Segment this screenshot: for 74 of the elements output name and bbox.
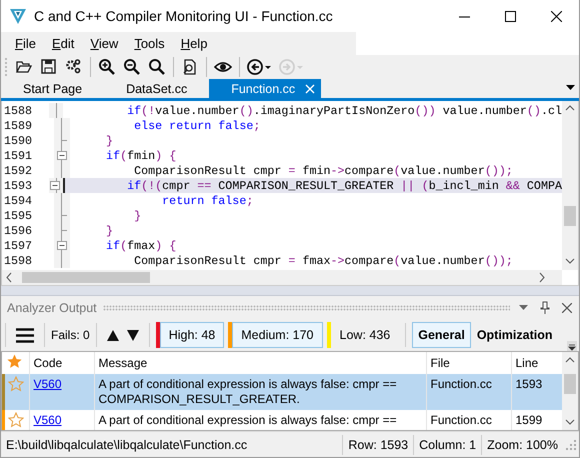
level-filter-button[interactable]: Low: 436 (330, 322, 400, 348)
save-icon (40, 58, 58, 76)
line-number: 1591 (3, 148, 34, 162)
star-icon (7, 354, 22, 369)
close-icon (550, 10, 562, 22)
code-line: if(fmax) { (105, 238, 178, 253)
category-button[interactable]: Optimization (470, 322, 559, 348)
overflow-icon (567, 341, 577, 351)
line-number: 1597 (3, 238, 34, 252)
menu-item[interactable]: Help (172, 34, 216, 53)
menu-item[interactable]: Tools (126, 34, 173, 53)
document-tab[interactable]: DataSet.cc (104, 79, 210, 98)
level-filter-button[interactable]: Medium: 170 (232, 322, 323, 348)
dropdown-caret-icon (566, 85, 575, 90)
document-tab[interactable]: Function.cc (209, 79, 322, 98)
code-link[interactable]: V560 (34, 413, 62, 427)
code-line: ComparisonResult cmpr = fmax->compare(value.number()); (133, 253, 514, 268)
gears-icon (65, 58, 83, 76)
back-button[interactable] (245, 56, 274, 78)
menu-item[interactable]: Edit (44, 34, 82, 53)
up-triangle-icon (106, 330, 119, 340)
code-line: else return false; (133, 118, 262, 133)
favorite-star-icon[interactable] (8, 412, 24, 428)
menu-item[interactable]: View (82, 34, 126, 53)
code-link[interactable]: V560 (34, 377, 62, 391)
zoom-out-icon (123, 58, 141, 76)
collapse-toggle[interactable] (48, 178, 63, 193)
code-line: } (133, 208, 142, 223)
code-line: } (105, 133, 114, 148)
line-number: 1589 (3, 118, 34, 132)
file-path: E:\build\libqalculate\libqalculate\Function.cc (5, 438, 248, 452)
window-title: C and C++ Compiler Monitoring UI - Function.cc (34, 8, 334, 24)
dropdown-caret-icon (519, 305, 528, 310)
code-line: return false; (161, 193, 254, 208)
panel-title: Analyzer Output (7, 300, 97, 314)
close-icon (305, 84, 316, 94)
app-logo-icon (9, 7, 27, 25)
line-number: 1595 (3, 208, 34, 222)
document-tab[interactable]: Start Page (1, 79, 104, 98)
line-number: 1590 (3, 134, 34, 148)
line-cell: 1593 (511, 374, 562, 410)
message-cell: A part of conditional expression is always false: cmpr == COMPARISON_RESULT_GREATER. (94, 374, 426, 410)
back-arrow-icon (247, 58, 272, 76)
row-indicator: Row: 1593 (342, 434, 414, 454)
line-number: 1596 (3, 224, 34, 238)
maximize-icon (504, 10, 516, 22)
close-icon (562, 302, 572, 312)
line-number: 1594 (3, 194, 34, 208)
line-number: 1593 (3, 178, 34, 192)
zoom-in-icon (98, 58, 116, 76)
code-line: } (105, 223, 114, 238)
overflow-button[interactable] (567, 341, 577, 351)
pin-icon (540, 301, 550, 314)
menu-icon (16, 328, 34, 342)
search-icon (148, 58, 166, 76)
file-cell: Function.cc (426, 374, 511, 410)
menu-item[interactable]: File (7, 34, 44, 53)
level-filter-button[interactable]: High: 48 (160, 322, 224, 348)
collapse-toggle[interactable] (54, 148, 70, 163)
zoom-indicator: Zoom: 100% (481, 434, 563, 454)
code-line: if(!value.number().imaginaryPartIsNonZero()) value.number().cl (126, 103, 562, 118)
code-line: ComparisonResult cmpr = fmin->compare(value.number()); (133, 163, 514, 178)
fails-count: Fails: 0 (51, 328, 90, 342)
collapse-toggle[interactable] (54, 238, 70, 253)
category-button[interactable]: General (412, 322, 471, 348)
column-indicator: Column: 1 (413, 434, 482, 454)
line-number: 1588 (3, 104, 34, 118)
line-number: 1598 (3, 254, 34, 268)
down-triangle-icon (126, 330, 139, 340)
resize-grip-icon (565, 438, 577, 450)
forward-arrow-icon (279, 58, 304, 76)
code-line: if(fmin) { (105, 148, 178, 163)
favorite-star-icon[interactable] (8, 376, 24, 392)
line-number: 1592 (3, 164, 34, 178)
